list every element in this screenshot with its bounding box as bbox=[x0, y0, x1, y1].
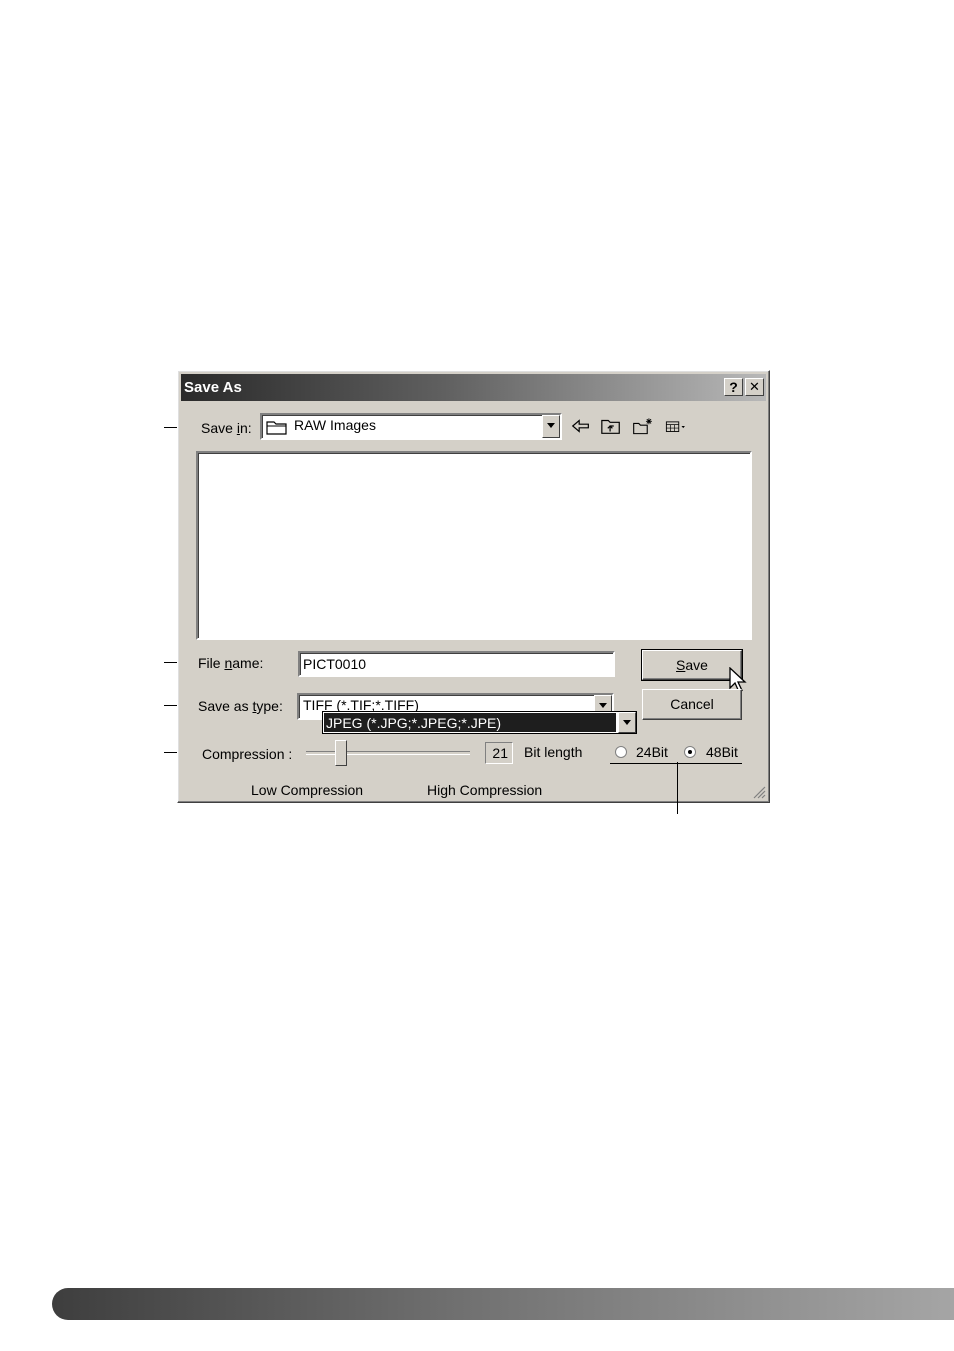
close-button[interactable]: ✕ bbox=[745, 378, 764, 396]
save-button[interactable]: Save bbox=[641, 649, 743, 681]
dropdown-open-arrow[interactable] bbox=[618, 712, 636, 733]
compression-slider-track[interactable] bbox=[306, 751, 470, 755]
help-button[interactable]: ? bbox=[724, 378, 743, 396]
page-footer-bar bbox=[52, 1288, 954, 1320]
high-compression-label: High Compression bbox=[427, 782, 543, 798]
save-as-type-label: Save as type: bbox=[198, 698, 283, 714]
save-as-dialog: Save As ? ✕ Save in: RAW Images File nam… bbox=[177, 370, 770, 803]
radio-24bit[interactable] bbox=[615, 746, 627, 758]
save-in-combo[interactable]: RAW Images bbox=[260, 413, 562, 440]
low-compression-label: Low Compression bbox=[251, 782, 364, 798]
bit-length-label: Bit length bbox=[524, 744, 583, 760]
view-menu-icon[interactable] bbox=[665, 415, 687, 437]
title-bar: Save As ? ✕ bbox=[181, 374, 766, 401]
dropdown-option-selected-label: JPEG (*.JPG;*.JPEG;*.JPE) bbox=[326, 715, 502, 731]
resize-grip-icon[interactable] bbox=[752, 785, 766, 799]
save-in-value: RAW Images bbox=[294, 417, 376, 433]
cancel-button[interactable]: Cancel bbox=[642, 689, 742, 720]
radio-48bit-label[interactable]: 48Bit bbox=[706, 744, 738, 760]
bit-length-underline bbox=[610, 763, 742, 764]
compression-value: 21 bbox=[485, 742, 513, 764]
dropdown-option-selected[interactable]: JPEG (*.JPG;*.JPEG;*.JPE) bbox=[324, 713, 616, 732]
file-name-label: File name: bbox=[198, 655, 264, 671]
save-in-label: Save in: bbox=[201, 420, 252, 436]
radio-48bit[interactable] bbox=[684, 746, 696, 758]
back-arrow-icon[interactable] bbox=[570, 415, 592, 437]
file-list[interactable] bbox=[196, 451, 752, 640]
folder-icon bbox=[266, 421, 287, 435]
file-name-input[interactable]: PICT0010 bbox=[298, 651, 615, 677]
save-in-dropdown-arrow[interactable] bbox=[542, 415, 560, 438]
new-folder-icon[interactable] bbox=[632, 415, 654, 437]
compression-label: Compression : bbox=[202, 746, 293, 762]
callout-line-bit-length bbox=[677, 762, 678, 814]
radio-24bit-label[interactable]: 24Bit bbox=[636, 744, 668, 760]
save-as-type-dropdown-open[interactable]: JPEG (*.JPG;*.JPEG;*.JPE) bbox=[322, 711, 637, 734]
dialog-title: Save As bbox=[184, 379, 242, 396]
up-folder-icon[interactable] bbox=[600, 415, 622, 437]
compression-slider-thumb[interactable] bbox=[335, 740, 347, 766]
